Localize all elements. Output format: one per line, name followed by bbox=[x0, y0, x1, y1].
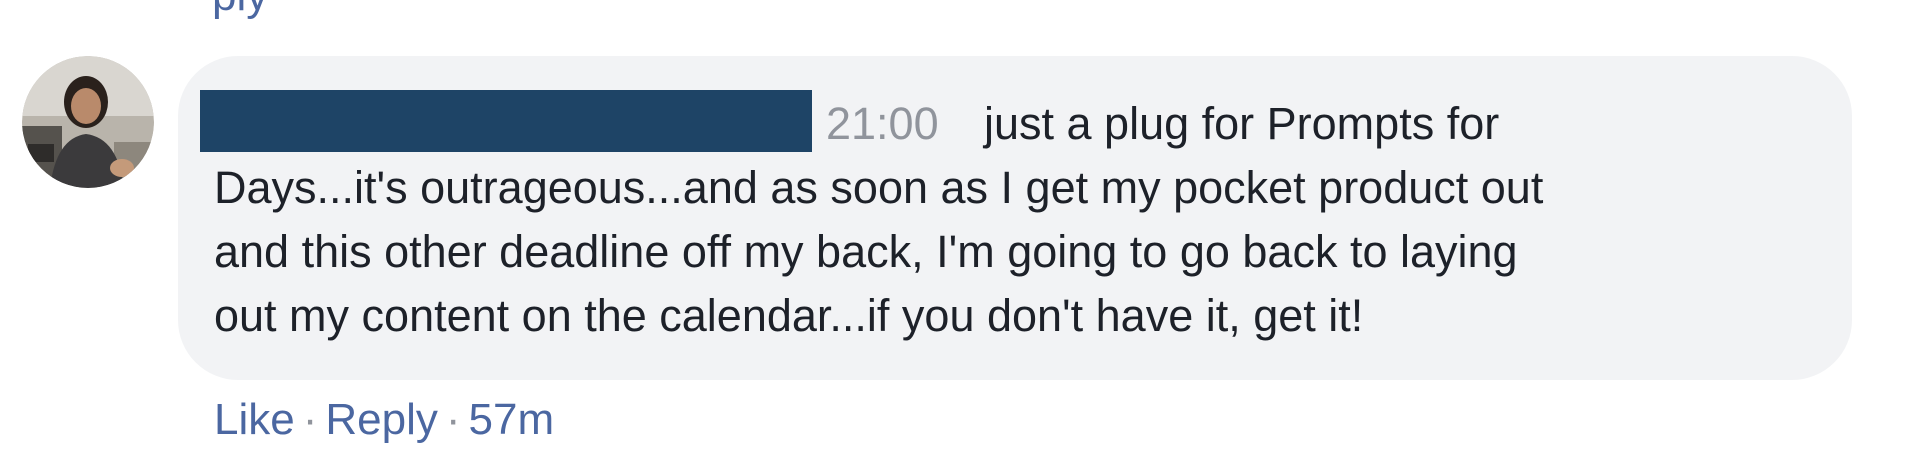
timestamp-tag: 21:00 bbox=[826, 98, 939, 149]
comment-actions: Like · Reply · 57m bbox=[214, 392, 554, 448]
previous-reply-link[interactable]: ply bbox=[212, 0, 268, 18]
author-name-redacted bbox=[200, 90, 812, 152]
separator: · bbox=[445, 395, 461, 444]
like-link[interactable]: Like bbox=[214, 395, 295, 444]
comment-text-line: and this other deadline off my back, I'm… bbox=[214, 226, 1518, 277]
avatar-photo bbox=[22, 56, 154, 188]
reply-link[interactable]: Reply bbox=[325, 395, 438, 444]
comment-age-link[interactable]: 57m bbox=[469, 395, 555, 444]
separator: · bbox=[302, 395, 318, 444]
comment-text-line: out my content on the calendar...if you … bbox=[214, 290, 1364, 341]
comment-text-line: just a plug for Prompts for bbox=[984, 98, 1500, 149]
avatar[interactable] bbox=[22, 56, 154, 188]
comment-text-line: Days...it's outrageous...and as soon as … bbox=[214, 162, 1544, 213]
comment-thread: ply 21:00 just a plug for Prompts for Da… bbox=[0, 0, 1920, 452]
